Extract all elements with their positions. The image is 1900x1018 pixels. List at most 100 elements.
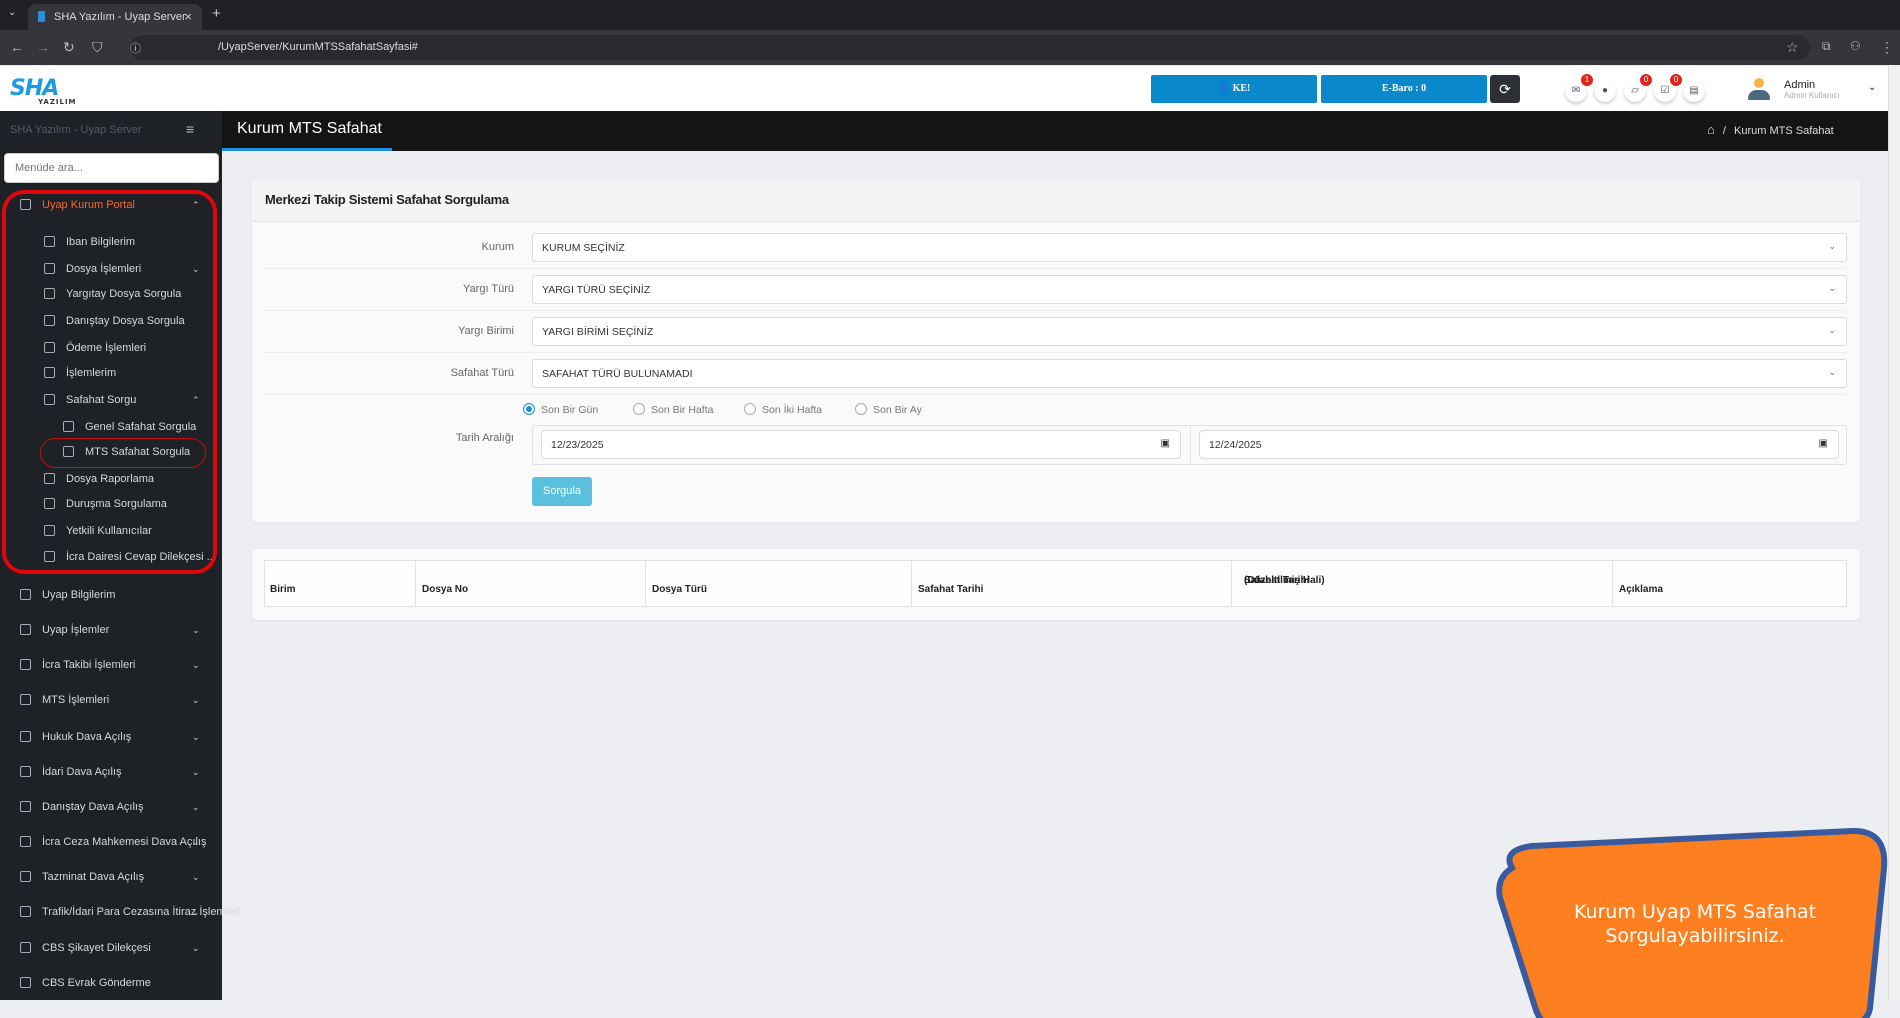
divider (262, 310, 1847, 311)
clipboard-icon[interactable]: ☑ 0 (1654, 74, 1682, 102)
browser-menu-icon[interactable]: ⋮ (1880, 39, 1894, 56)
menu-search-input[interactable] (4, 153, 219, 183)
radio-son-iki-hafta[interactable]: Son İki Hafta (744, 403, 822, 416)
calendar-icon[interactable]: ▣ (1161, 438, 1170, 449)
kurum-label: Kurum (481, 241, 514, 253)
new-tab-button[interactable]: + (212, 5, 221, 22)
refresh-button[interactable]: ⟳ (1490, 75, 1520, 103)
user-menu-chevron-icon[interactable]: ⌄ (1868, 82, 1876, 93)
folder-icon (20, 836, 31, 847)
radio-son-bir-hafta[interactable]: Son Bir Hafta (633, 403, 713, 416)
sidebar-item-label: İdari Dava Açılış (42, 766, 122, 778)
browser-tab[interactable]: SHA Yazılım - Uyap Server × (28, 4, 202, 30)
col-aciklama[interactable]: Açıklama (1612, 560, 1847, 607)
sidebar-item[interactable]: Hukuk Dava Açılış ⌄ (0, 724, 222, 750)
card-title: Merkezi Takip Sistemi Safahat Sorgulama (252, 180, 1860, 222)
site-info-icon[interactable]: ⓘ (130, 40, 141, 56)
sidebar-item-label: MTS İşlemleri (42, 694, 110, 706)
user-role: Admin Kullanıcı (1784, 91, 1840, 100)
radio-son-bir-gun[interactable]: Son Bir Gün (523, 403, 598, 416)
breadcrumb-current: Kurum MTS Safahat (1734, 125, 1834, 137)
radio-son-bir-ay[interactable]: Son Bir Ay (855, 403, 922, 416)
col-safahat-tarihi[interactable]: Safahat Tarihi (911, 560, 1231, 607)
sidebar-item[interactable]: İdari Dava Açılış ⌄ (0, 759, 222, 785)
page-title: Kurum MTS Safahat (237, 120, 382, 137)
sidebar-item[interactable]: MTS İşlemleri ⌄ (0, 687, 222, 713)
col-birim[interactable]: Birim (264, 560, 415, 607)
col-dosya-turu[interactable]: Dosya Türü (645, 560, 911, 607)
document-icon[interactable]: ▤ (1683, 80, 1705, 102)
col-dosya-no[interactable]: Dosya No (415, 560, 645, 607)
back-icon[interactable]: ← (10, 39, 24, 55)
sidebar-item[interactable]: Uyap Bilgilerim (0, 582, 222, 608)
avatar[interactable] (1748, 78, 1770, 102)
note-badge: 0 (1640, 74, 1652, 86)
sidebar-item[interactable]: CBS Şikayet Dilekçesi ⌄ (0, 935, 222, 961)
yargi-turu-select[interactable]: YARGI TÜRÜ SEÇİNİZ ⌄ (532, 275, 1847, 304)
tarih-araligi-label: Tarih Aralığı (455, 432, 514, 444)
note-icon[interactable]: ▱ 0 (1624, 74, 1652, 102)
chevron-down-icon: ⌄ (192, 695, 200, 705)
forward-icon[interactable]: → (36, 39, 50, 55)
calendar-icon[interactable]: ▣ (1819, 438, 1828, 449)
query-card (252, 180, 1860, 522)
highlight-outline (2, 190, 217, 574)
highlight-oval (40, 438, 206, 468)
col-safahat-tarihi-duzeltilmis[interactable]: Safahat Tarihi (Düzeltilmiş Hali) (1231, 560, 1612, 607)
safahat-turu-select[interactable]: SAFAHAT TÜRÜ BULUNAMADI ⌄ (532, 359, 1847, 388)
user-icon: 👤 (1217, 83, 1233, 94)
hamburger-menu-icon[interactable]: ≡ (186, 121, 194, 137)
shield-icon[interactable]: ⛉ (92, 39, 103, 56)
sidebar-item-label: Danıştay Dava Açılış (42, 801, 144, 813)
home-icon[interactable]: ⌂ (1707, 122, 1715, 137)
yargi-birimi-select[interactable]: YARGI BİRİMİ SEÇİNİZ ⌄ (532, 317, 1847, 346)
profile-icon[interactable]: ⚇ (1850, 39, 1861, 53)
sidebar-item-label: CBS Evrak Gönderme (42, 977, 151, 989)
user-name[interactable]: Admin (1784, 79, 1815, 91)
sidebar-item[interactable]: Tazminat Dava Açılış ⌄ (0, 864, 222, 890)
sidebar-item[interactable]: CBS Evrak Gönderme (0, 970, 222, 996)
breadcrumb: ⌂ / Kurum MTS Safahat (1707, 122, 1834, 137)
sidebar-item[interactable]: İcra Takibi İşlemleri ⌄ (0, 652, 222, 678)
sidebar-item-label: Tazminat Dava Açılış (42, 871, 145, 883)
sidebar-item[interactable]: Danıştay Dava Açılış ⌄ (0, 794, 222, 820)
divider (262, 352, 1847, 353)
kurum-select[interactable]: KURUM SEÇİNİZ ⌄ (532, 233, 1847, 262)
chevron-down-icon: ⌄ (1828, 241, 1836, 251)
sidebar-item[interactable]: Trafik/İdari Para Cezasına İtiraz İşleml… (0, 899, 240, 925)
date-to-input[interactable]: 12/24/2025 ▣ (1199, 430, 1839, 459)
yargi-birimi-label: Yargı Birimi (457, 325, 514, 337)
sidebar-item[interactable]: Uyap İşlemler ⌄ (0, 617, 222, 643)
extensions-icon[interactable]: ⧉ (1822, 39, 1831, 54)
sorgula-button[interactable]: Sorgula (532, 477, 592, 506)
favicon-icon (38, 11, 45, 22)
clipboard-badge: 0 (1670, 74, 1682, 86)
sidebar-item-label: CBS Şikayet Dilekçesi (42, 942, 151, 954)
folder-icon (20, 694, 31, 705)
tab-list-chevron-icon[interactable]: ⌄ (8, 7, 16, 18)
folder-icon (20, 906, 31, 917)
url-text: /UyapServer/KurumMTSSafahatSayfasi# (218, 41, 418, 53)
mail-icon[interactable]: ✉ 1 (1565, 74, 1593, 102)
chevron-down-icon: ⌄ (1828, 325, 1836, 335)
chevron-down-icon: ⌄ (192, 872, 200, 882)
ke-button[interactable]: 👤 KE! (1151, 75, 1317, 103)
reload-icon[interactable]: ↻ (63, 39, 75, 56)
sha-logo[interactable]: SHA YAZILIM (10, 76, 76, 106)
url-input[interactable]: /UyapServer/KurumMTSSafahatSayfasi# (130, 35, 1810, 60)
bookmark-star-icon[interactable]: ☆ (1786, 39, 1799, 56)
sidebar-item[interactable]: İcra Ceza Mahkemesi Dava Açılış ⌄ (0, 829, 222, 855)
mail-badge: 1 (1581, 74, 1593, 86)
sidebar-item-label: Uyap İşlemler (42, 624, 110, 636)
date-from-input[interactable]: 12/23/2025 ▣ (541, 430, 1181, 459)
ebaro-button[interactable]: E-Baro : 0 (1321, 75, 1487, 103)
chevron-down-icon: ⌄ (192, 767, 200, 777)
title-underline (222, 148, 392, 151)
chevron-down-icon: ⌄ (192, 907, 200, 917)
sidebar-item-label: Uyap Bilgilerim (42, 589, 116, 601)
clock-icon[interactable]: ● (1594, 80, 1616, 102)
chevron-down-icon: ⌄ (1828, 283, 1836, 293)
folder-icon (20, 624, 31, 635)
folder-icon (20, 766, 31, 777)
close-tab-icon[interactable]: × (184, 9, 192, 24)
